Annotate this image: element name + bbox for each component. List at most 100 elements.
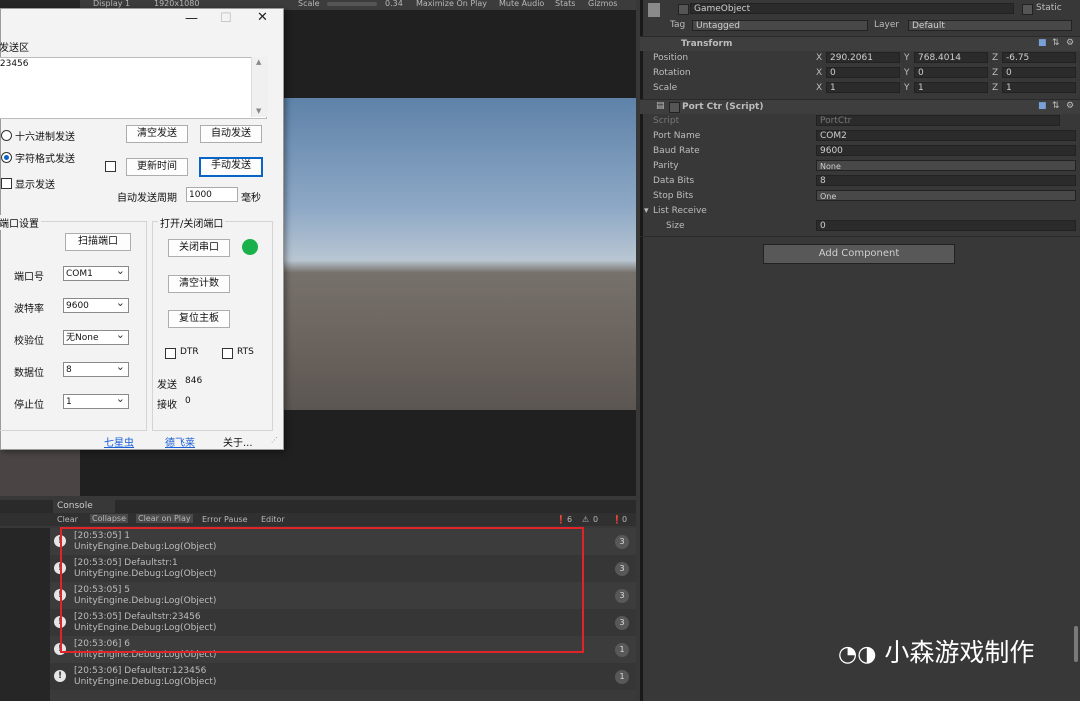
baud-rate-label: Baud Rate [653, 146, 700, 156]
console-clear-on-play-toggle[interactable]: Clear on Play [136, 514, 193, 523]
parity-select[interactable]: 无None [63, 327, 129, 345]
rotation-z-field[interactable]: 0 [1002, 67, 1076, 78]
clear-send-button[interactable]: 清空发送 [126, 125, 188, 143]
warning-count-icon[interactable]: ⚠ [582, 515, 589, 524]
send-textarea[interactable] [0, 57, 267, 119]
active-checkbox[interactable] [678, 4, 689, 15]
close-icon[interactable]: ✕ [257, 10, 268, 25]
port-no-select[interactable]: COM1 [63, 263, 129, 281]
link-qixingchong[interactable]: 七星虫 [104, 434, 134, 449]
preset-icon[interactable]: ⇅ [1052, 38, 1060, 48]
x-axis-label: X [816, 83, 823, 93]
list-receive-label: List Receive [653, 206, 707, 216]
object-name-field[interactable]: GameObject [690, 3, 1014, 14]
settings-gear-icon[interactable]: ⚙ [1066, 101, 1074, 111]
data-bits-field[interactable]: 8 [816, 175, 1076, 186]
display-dropdown[interactable]: Display 1 [93, 0, 130, 8]
static-label: Static [1036, 3, 1062, 13]
scan-port-button[interactable]: 扫描端口 [65, 233, 131, 251]
resize-grip-icon[interactable]: ⋰ [271, 436, 278, 444]
tab-console[interactable]: Console [53, 500, 115, 513]
port-name-label: Port Name [653, 131, 701, 141]
baud-rate-field[interactable]: 9600 [816, 145, 1076, 156]
info-count-icon[interactable]: ❗ [556, 515, 566, 524]
static-checkbox[interactable] [1022, 4, 1033, 15]
hex-send-radio[interactable] [1, 130, 12, 141]
inspector-scrollbar[interactable] [1074, 626, 1078, 662]
show-send-checkbox[interactable] [1, 178, 12, 189]
x-axis-label: X [816, 53, 823, 63]
serial-dialog: — ☐ ✕ 发送区 .23456 ▲ ▼ 十六进制发送 字符格式发送 显示发送 … [0, 8, 284, 450]
tag-dropdown[interactable]: Untagged [692, 20, 868, 31]
auto-send-button[interactable]: 自动发送 [200, 125, 262, 143]
size-field[interactable]: 0 [816, 220, 1076, 231]
resolution-dropdown[interactable]: 1920x1080 [154, 0, 199, 8]
parity-label: Parity [653, 161, 679, 171]
layer-dropdown[interactable]: Default [908, 20, 1072, 31]
stop-bits-dropdown[interactable]: One [816, 190, 1076, 201]
maximize-icon[interactable]: ☐ [220, 11, 232, 26]
log-count-badge: 3 [615, 562, 629, 576]
preset-icon[interactable]: ⇅ [1052, 101, 1060, 111]
rts-checkbox[interactable] [222, 348, 233, 359]
minimize-icon[interactable]: — [185, 11, 198, 26]
auto-period-input[interactable]: 1000 [186, 187, 238, 202]
script-file-icon: ▤ [656, 101, 665, 111]
z-axis-label: Z [992, 53, 999, 63]
settings-gear-icon[interactable]: ⚙ [1066, 38, 1074, 48]
scale-z-field[interactable]: 1 [1002, 82, 1076, 93]
link-defeilai[interactable]: 德飞莱 [165, 434, 195, 449]
update-time-button[interactable]: 更新时间 [126, 158, 188, 176]
dtr-checkbox[interactable] [165, 348, 176, 359]
stopbits-select[interactable]: 1 [63, 391, 129, 409]
ms-label: 毫秒 [241, 193, 261, 204]
baud-select[interactable]: 9600 [63, 295, 129, 313]
rotation-y-field[interactable]: 0 [914, 67, 988, 78]
position-z-field[interactable]: -6.75 [1002, 52, 1076, 63]
console-tab-label: Console [57, 501, 93, 511]
textarea-scrollbar[interactable]: ▲ ▼ [251, 57, 268, 117]
reset-board-button[interactable]: 复位主板 [168, 310, 230, 328]
add-component-button[interactable]: Add Component [763, 244, 955, 264]
position-x-field[interactable]: 290.2061 [826, 52, 900, 63]
char-send-radio[interactable] [1, 152, 12, 163]
scroll-up-icon[interactable]: ▲ [256, 58, 261, 66]
manual-send-button[interactable]: 手动发送 [199, 157, 263, 177]
divider [640, 236, 1080, 237]
databits-select[interactable]: 8 [63, 359, 129, 377]
stopbits-label: 停止位 [14, 400, 44, 411]
scale-y-field[interactable]: 1 [914, 82, 988, 93]
list-receive-foldout[interactable]: ▾ [644, 206, 649, 216]
position-y-field[interactable]: 768.4014 [914, 52, 988, 63]
console-editor-dropdown[interactable]: Editor [261, 515, 285, 524]
scale-slider[interactable] [327, 2, 377, 6]
about-link[interactable]: 关于... [223, 434, 253, 449]
component-enabled-checkbox[interactable] [669, 102, 680, 113]
scale-x-field[interactable]: 1 [826, 82, 900, 93]
y-axis-label: Y [904, 53, 910, 63]
rotation-x-field[interactable]: 0 [826, 67, 900, 78]
console-collapse-toggle[interactable]: Collapse [90, 514, 128, 523]
update-time-checkbox[interactable] [105, 161, 116, 172]
scroll-down-icon[interactable]: ▼ [256, 107, 261, 115]
error-count-icon[interactable]: ❗ [612, 515, 622, 524]
console-clear-button[interactable]: Clear [57, 515, 78, 524]
stop-bits-label: Stop Bits [653, 191, 694, 201]
port-name-field[interactable]: COM2 [816, 130, 1076, 141]
stats-toggle[interactable]: Stats [555, 0, 575, 8]
log-message: [20:53:06] Defaultstr:123456 [74, 666, 207, 676]
help-icon[interactable]: ■ [1038, 101, 1047, 111]
console-row[interactable]: ! [20:53:06] Defaultstr:123456 UnityEngi… [50, 663, 636, 690]
maximize-on-play-toggle[interactable]: Maximize On Play [416, 0, 487, 8]
log-stacktrace: UnityEngine.Debug:Log(Object) [74, 677, 217, 687]
x-axis-label: X [816, 68, 823, 78]
clear-count-button[interactable]: 清空计数 [168, 275, 230, 293]
mute-audio-toggle[interactable]: Mute Audio [499, 0, 544, 8]
gizmos-dropdown[interactable]: Gizmos [588, 0, 617, 8]
transform-title: Transform [681, 39, 733, 49]
show-send-label: 显示发送 [15, 180, 55, 191]
console-error-pause-toggle[interactable]: Error Pause [202, 515, 248, 524]
close-port-button[interactable]: 关闭串口 [168, 239, 230, 257]
parity-dropdown[interactable]: None [816, 160, 1076, 171]
help-icon[interactable]: ■ [1038, 38, 1047, 48]
